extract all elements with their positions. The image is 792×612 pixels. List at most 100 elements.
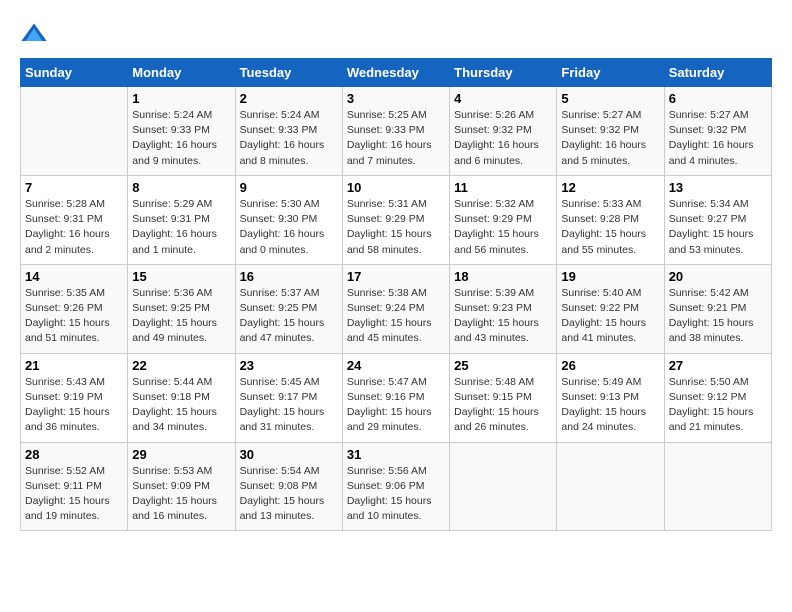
calendar-cell: 18 Sunrise: 5:39 AM Sunset: 9:23 PM Dayli… xyxy=(450,264,557,353)
weekday-header-saturday: Saturday xyxy=(664,59,771,87)
calendar-cell: 4 Sunrise: 5:26 AM Sunset: 9:32 PM Daylig… xyxy=(450,87,557,176)
calendar-body: 1 Sunrise: 5:24 AM Sunset: 9:33 PM Daylig… xyxy=(21,87,772,531)
calendar-cell: 30 Sunrise: 5:54 AM Sunset: 9:08 PM Dayli… xyxy=(235,442,342,531)
day-number: 28 xyxy=(25,447,123,462)
day-number: 25 xyxy=(454,358,552,373)
day-info: Sunrise: 5:29 AM Sunset: 9:31 PM Dayligh… xyxy=(132,197,230,258)
calendar-cell: 13 Sunrise: 5:34 AM Sunset: 9:27 PM Dayli… xyxy=(664,175,771,264)
calendar-cell: 24 Sunrise: 5:47 AM Sunset: 9:16 PM Dayli… xyxy=(342,353,449,442)
day-info: Sunrise: 5:27 AM Sunset: 9:32 PM Dayligh… xyxy=(669,108,767,169)
day-info: Sunrise: 5:44 AM Sunset: 9:18 PM Dayligh… xyxy=(132,375,230,436)
day-info: Sunrise: 5:26 AM Sunset: 9:32 PM Dayligh… xyxy=(454,108,552,169)
day-info: Sunrise: 5:37 AM Sunset: 9:25 PM Dayligh… xyxy=(240,286,338,347)
day-info: Sunrise: 5:40 AM Sunset: 9:22 PM Dayligh… xyxy=(561,286,659,347)
page-header xyxy=(20,20,772,48)
day-number: 19 xyxy=(561,269,659,284)
day-info: Sunrise: 5:27 AM Sunset: 9:32 PM Dayligh… xyxy=(561,108,659,169)
calendar-cell: 15Sunrise: 5:36 AM Sunset: 9:25 PM Dayli… xyxy=(128,264,235,353)
calendar-week-row: 28 Sunrise: 5:52 AM Sunset: 9:11 PM Dayli… xyxy=(21,442,772,531)
calendar-cell xyxy=(664,442,771,531)
calendar-cell: 26 Sunrise: 5:49 AM Sunset: 9:13 PM Dayli… xyxy=(557,353,664,442)
day-info: Sunrise: 5:30 AM Sunset: 9:30 PM Dayligh… xyxy=(240,197,338,258)
day-number: 11 xyxy=(454,180,552,195)
day-info: Sunrise: 5:35 AM Sunset: 9:26 PM Dayligh… xyxy=(25,286,123,347)
day-number: 3 xyxy=(347,91,445,106)
weekday-header-tuesday: Tuesday xyxy=(235,59,342,87)
day-info: Sunrise: 5:47 AM Sunset: 9:16 PM Dayligh… xyxy=(347,375,445,436)
day-number: 17 xyxy=(347,269,445,284)
day-number: 1 xyxy=(132,91,230,106)
calendar-cell: 29 Sunrise: 5:53 AM Sunset: 9:09 PM Dayli… xyxy=(128,442,235,531)
day-info: Sunrise: 5:32 AM Sunset: 9:29 PM Dayligh… xyxy=(454,197,552,258)
calendar-week-row: 21 Sunrise: 5:43 AM Sunset: 9:19 PM Dayli… xyxy=(21,353,772,442)
calendar-week-row: 7 Sunrise: 5:28 AM Sunset: 9:31 PM Daylig… xyxy=(21,175,772,264)
day-number: 15 xyxy=(132,269,230,284)
day-number: 14 xyxy=(25,269,123,284)
calendar-cell: 17 Sunrise: 5:38 AM Sunset: 9:24 PM Dayli… xyxy=(342,264,449,353)
calendar-cell xyxy=(450,442,557,531)
day-number: 22 xyxy=(132,358,230,373)
day-number: 13 xyxy=(669,180,767,195)
day-number: 5 xyxy=(561,91,659,106)
weekday-header-monday: Monday xyxy=(128,59,235,87)
day-number: 24 xyxy=(347,358,445,373)
calendar-cell: 8 Sunrise: 5:29 AM Sunset: 9:31 PM Daylig… xyxy=(128,175,235,264)
calendar-cell: 20 Sunrise: 5:42 AM Sunset: 9:21 PM Dayli… xyxy=(664,264,771,353)
day-info: Sunrise: 5:24 AM Sunset: 9:33 PM Dayligh… xyxy=(132,108,230,169)
day-info: Sunrise: 5:54 AM Sunset: 9:08 PM Dayligh… xyxy=(240,464,338,525)
day-info: Sunrise: 5:34 AM Sunset: 9:27 PM Dayligh… xyxy=(669,197,767,258)
day-info: Sunrise: 5:28 AM Sunset: 9:31 PM Dayligh… xyxy=(25,197,123,258)
day-info: Sunrise: 5:31 AM Sunset: 9:29 PM Dayligh… xyxy=(347,197,445,258)
day-number: 9 xyxy=(240,180,338,195)
calendar-table: SundayMondayTuesdayWednesdayThursdayFrid… xyxy=(20,58,772,531)
day-number: 20 xyxy=(669,269,767,284)
weekday-header-sunday: Sunday xyxy=(21,59,128,87)
calendar-week-row: 14 Sunrise: 5:35 AM Sunset: 9:26 PM Dayli… xyxy=(21,264,772,353)
day-info: Sunrise: 5:53 AM Sunset: 9:09 PM Dayligh… xyxy=(132,464,230,525)
calendar-cell: 10 Sunrise: 5:31 AM Sunset: 9:29 PM Dayli… xyxy=(342,175,449,264)
calendar-cell: 7 Sunrise: 5:28 AM Sunset: 9:31 PM Daylig… xyxy=(21,175,128,264)
day-info: Sunrise: 5:42 AM Sunset: 9:21 PM Dayligh… xyxy=(669,286,767,347)
day-info: Sunrise: 5:38 AM Sunset: 9:24 PM Dayligh… xyxy=(347,286,445,347)
day-number: 2 xyxy=(240,91,338,106)
calendar-cell: 22 Sunrise: 5:44 AM Sunset: 9:18 PM Dayli… xyxy=(128,353,235,442)
calendar-cell: 23Sunrise: 5:45 AM Sunset: 9:17 PM Dayli… xyxy=(235,353,342,442)
day-info: Sunrise: 5:25 AM Sunset: 9:33 PM Dayligh… xyxy=(347,108,445,169)
calendar-header: SundayMondayTuesdayWednesdayThursdayFrid… xyxy=(21,59,772,87)
calendar-cell: 25Sunrise: 5:48 AM Sunset: 9:15 PM Dayli… xyxy=(450,353,557,442)
day-info: Sunrise: 5:52 AM Sunset: 9:11 PM Dayligh… xyxy=(25,464,123,525)
day-info: Sunrise: 5:56 AM Sunset: 9:06 PM Dayligh… xyxy=(347,464,445,525)
weekday-header-wednesday: Wednesday xyxy=(342,59,449,87)
calendar-cell: 11 Sunrise: 5:32 AM Sunset: 9:29 PM Dayli… xyxy=(450,175,557,264)
logo-icon xyxy=(20,20,48,48)
day-info: Sunrise: 5:43 AM Sunset: 9:19 PM Dayligh… xyxy=(25,375,123,436)
calendar-cell: 16Sunrise: 5:37 AM Sunset: 9:25 PM Dayli… xyxy=(235,264,342,353)
day-number: 21 xyxy=(25,358,123,373)
calendar-cell: 6 Sunrise: 5:27 AM Sunset: 9:32 PM Daylig… xyxy=(664,87,771,176)
day-number: 10 xyxy=(347,180,445,195)
calendar-cell: 2 Sunrise: 5:24 AM Sunset: 9:33 PM Daylig… xyxy=(235,87,342,176)
day-info: Sunrise: 5:49 AM Sunset: 9:13 PM Dayligh… xyxy=(561,375,659,436)
logo xyxy=(20,20,52,48)
calendar-cell: 31Sunrise: 5:56 AM Sunset: 9:06 PM Dayli… xyxy=(342,442,449,531)
weekday-header-friday: Friday xyxy=(557,59,664,87)
calendar-cell: 3 Sunrise: 5:25 AM Sunset: 9:33 PM Daylig… xyxy=(342,87,449,176)
calendar-cell: 5 Sunrise: 5:27 AM Sunset: 9:32 PM Daylig… xyxy=(557,87,664,176)
day-number: 7 xyxy=(25,180,123,195)
calendar-cell xyxy=(557,442,664,531)
day-number: 8 xyxy=(132,180,230,195)
day-number: 26 xyxy=(561,358,659,373)
day-number: 30 xyxy=(240,447,338,462)
day-info: Sunrise: 5:50 AM Sunset: 9:12 PM Dayligh… xyxy=(669,375,767,436)
day-number: 4 xyxy=(454,91,552,106)
day-info: Sunrise: 5:24 AM Sunset: 9:33 PM Dayligh… xyxy=(240,108,338,169)
calendar-cell: 1 Sunrise: 5:24 AM Sunset: 9:33 PM Daylig… xyxy=(128,87,235,176)
day-number: 6 xyxy=(669,91,767,106)
day-info: Sunrise: 5:39 AM Sunset: 9:23 PM Dayligh… xyxy=(454,286,552,347)
calendar-cell: 21 Sunrise: 5:43 AM Sunset: 9:19 PM Dayli… xyxy=(21,353,128,442)
day-number: 18 xyxy=(454,269,552,284)
calendar-week-row: 1 Sunrise: 5:24 AM Sunset: 9:33 PM Daylig… xyxy=(21,87,772,176)
day-number: 23 xyxy=(240,358,338,373)
calendar-cell: 19 Sunrise: 5:40 AM Sunset: 9:22 PM Dayli… xyxy=(557,264,664,353)
day-number: 29 xyxy=(132,447,230,462)
